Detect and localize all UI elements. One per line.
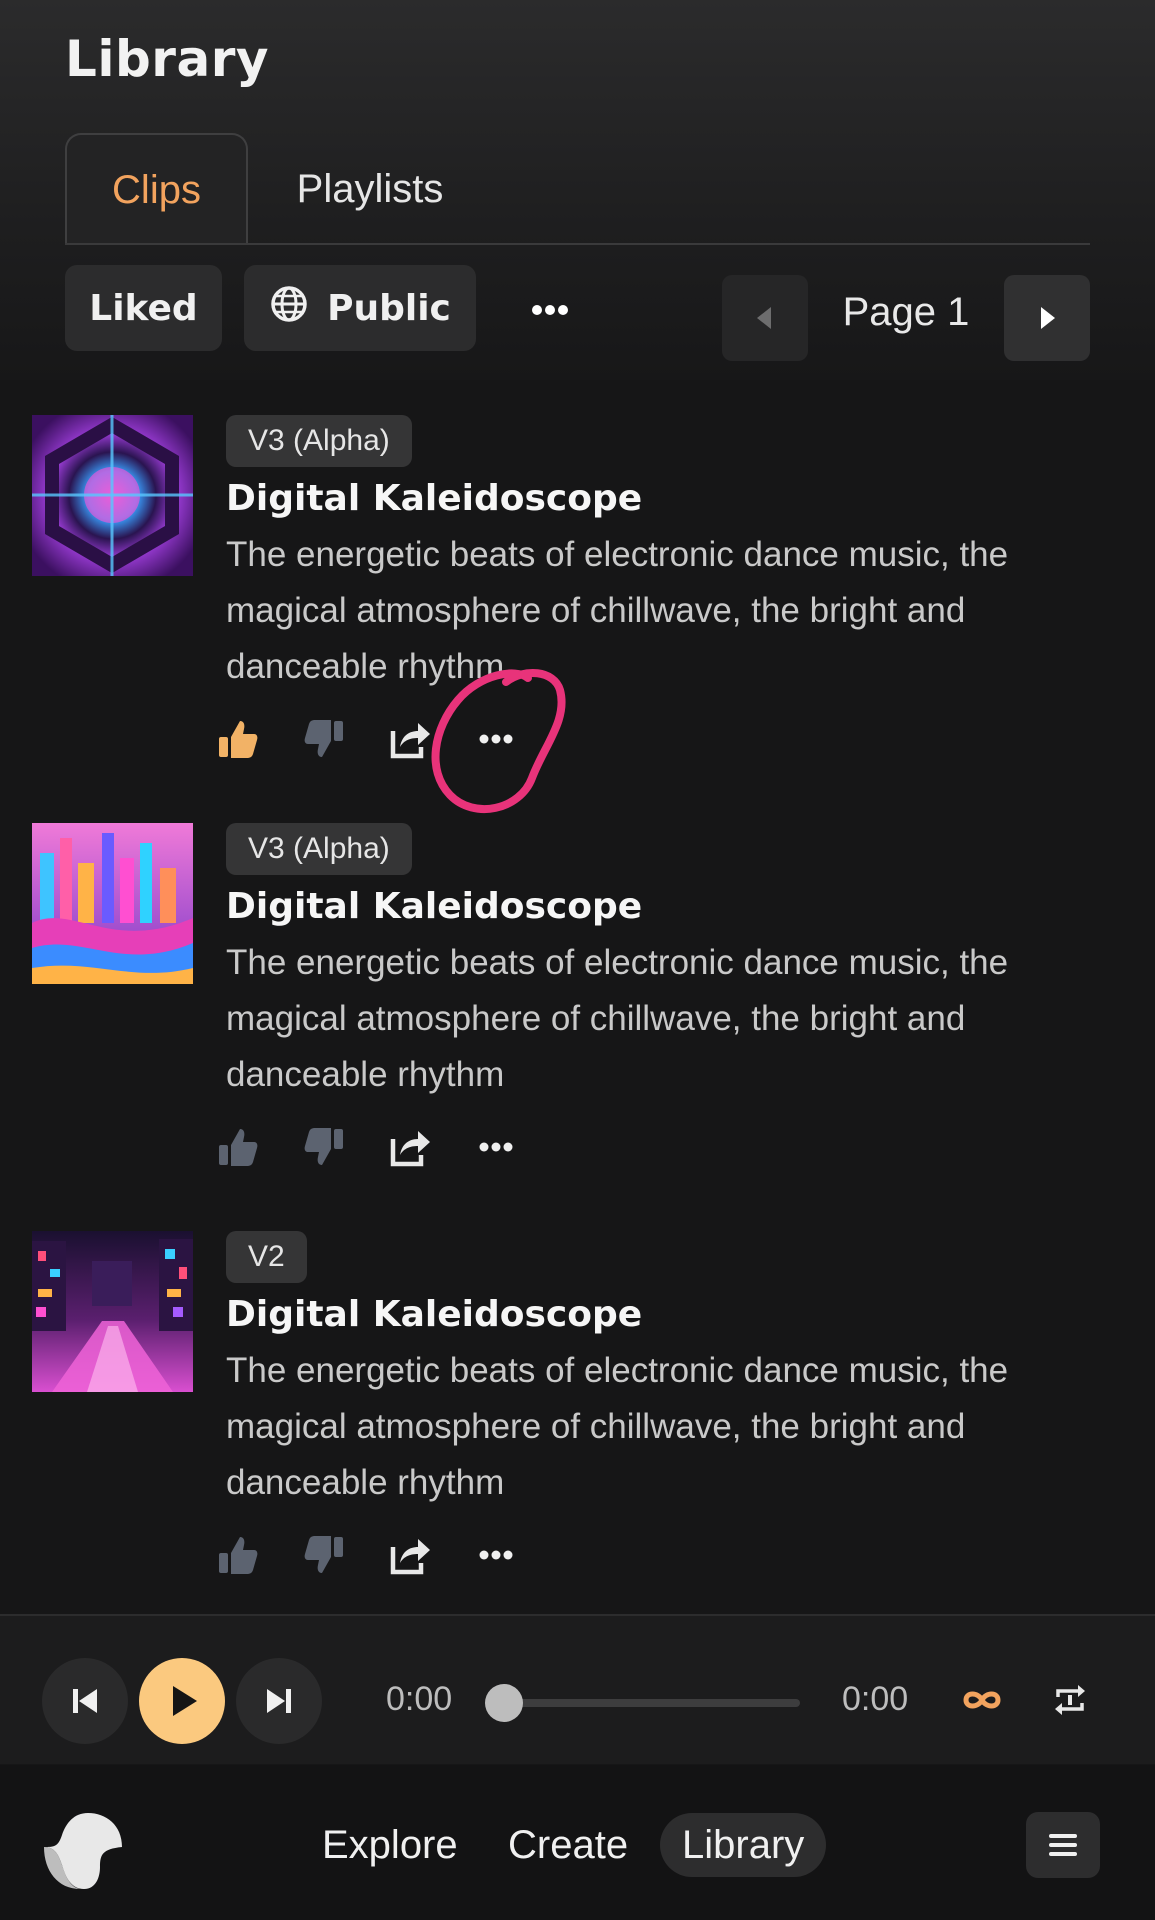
infinite-loop-button[interactable] [960, 1680, 1004, 1724]
thumbs-up-icon [219, 1129, 258, 1166]
audio-player: 0:00 0:00 [0, 1614, 1155, 1764]
thumbs-down-icon [304, 720, 343, 757]
liked-filter-button[interactable]: Liked [65, 265, 222, 351]
previous-page-button[interactable] [722, 275, 808, 361]
dislike-button[interactable] [300, 715, 348, 763]
caret-right-icon [1041, 307, 1055, 329]
model-version-badge: V3 (Alpha) [226, 415, 412, 467]
clip-description: The energetic beats of electronic dance … [226, 943, 1009, 1094]
tab-clips[interactable]: Clips [65, 133, 248, 245]
globe-icon [269, 284, 309, 333]
clip-item[interactable]: V2 Digital Kaleidoscope The energetic be… [0, 1231, 1155, 1621]
next-page-button[interactable] [1004, 275, 1090, 361]
share-icon [390, 1131, 430, 1167]
thumbs-up-icon [219, 1537, 258, 1574]
page-title: Library [65, 30, 269, 88]
previous-track-button[interactable] [42, 1658, 128, 1744]
page-indicator: Page 1 [842, 290, 970, 334]
infinity-icon [963, 1691, 1001, 1709]
ellipsis-icon [479, 1142, 513, 1152]
menu-button[interactable] [1026, 1812, 1100, 1878]
play-icon [173, 1686, 197, 1716]
like-button[interactable] [214, 1123, 262, 1171]
clip-description: The energetic beats of electronic dance … [226, 535, 1009, 686]
skip-forward-icon [267, 1689, 291, 1713]
duration-time: 0:00 [842, 1680, 909, 1718]
play-button[interactable] [139, 1658, 225, 1744]
thumbs-down-icon [304, 1128, 343, 1165]
share-button[interactable] [386, 1123, 434, 1171]
repeat-button[interactable] [1050, 1680, 1090, 1724]
bottom-navigation: Explore Create Library [0, 1765, 1155, 1920]
repeat-icon [1055, 1685, 1085, 1715]
nav-explore[interactable]: Explore [322, 1813, 458, 1877]
share-icon [390, 1539, 430, 1575]
hamburger-menu-icon [1049, 1834, 1077, 1856]
liked-filter-label: Liked [89, 287, 198, 329]
like-button[interactable] [214, 715, 262, 763]
current-time: 0:00 [386, 1680, 453, 1718]
thumbs-up-icon [219, 721, 258, 758]
clip-title[interactable]: Digital Kaleidoscope [226, 1294, 642, 1335]
tabs-divider [65, 243, 1090, 245]
logo-icon [44, 1813, 122, 1889]
ellipsis-icon [532, 305, 568, 315]
tab-playlists[interactable]: Playlists [270, 133, 470, 245]
dislike-button[interactable] [300, 1531, 348, 1579]
more-filters-button[interactable] [520, 285, 580, 335]
skip-back-icon [73, 1689, 97, 1713]
nav-library[interactable]: Library [660, 1813, 827, 1877]
public-filter-button[interactable]: Public [244, 265, 476, 351]
clip-item[interactable]: V3 (Alpha) Digital Kaleidoscope The ener… [0, 823, 1155, 1213]
clip-cover-image[interactable] [32, 1231, 193, 1392]
next-track-button[interactable] [236, 1658, 322, 1744]
more-options-button[interactable] [472, 1123, 520, 1171]
progress-track[interactable] [505, 1699, 800, 1707]
clip-cover-image[interactable] [32, 823, 193, 984]
annotation-circle [431, 668, 566, 814]
ellipsis-icon [479, 1550, 513, 1560]
model-version-badge: V3 (Alpha) [226, 823, 412, 875]
app-logo[interactable] [40, 1807, 126, 1897]
clip-description: The energetic beats of electronic dance … [226, 1351, 1009, 1502]
like-button[interactable] [214, 1531, 262, 1579]
model-version-badge: V2 [226, 1231, 307, 1283]
public-filter-label: Public [327, 287, 451, 329]
clip-title[interactable]: Digital Kaleidoscope [226, 886, 642, 927]
thumbs-down-icon [304, 1536, 343, 1573]
nav-create[interactable]: Create [508, 1813, 628, 1877]
clip-cover-image[interactable] [32, 415, 193, 576]
caret-left-icon [757, 307, 771, 329]
more-options-button[interactable] [472, 1531, 520, 1579]
share-button[interactable] [386, 1531, 434, 1579]
clip-title[interactable]: Digital Kaleidoscope [226, 478, 642, 519]
dislike-button[interactable] [300, 1123, 348, 1171]
progress-knob[interactable] [485, 1684, 523, 1722]
